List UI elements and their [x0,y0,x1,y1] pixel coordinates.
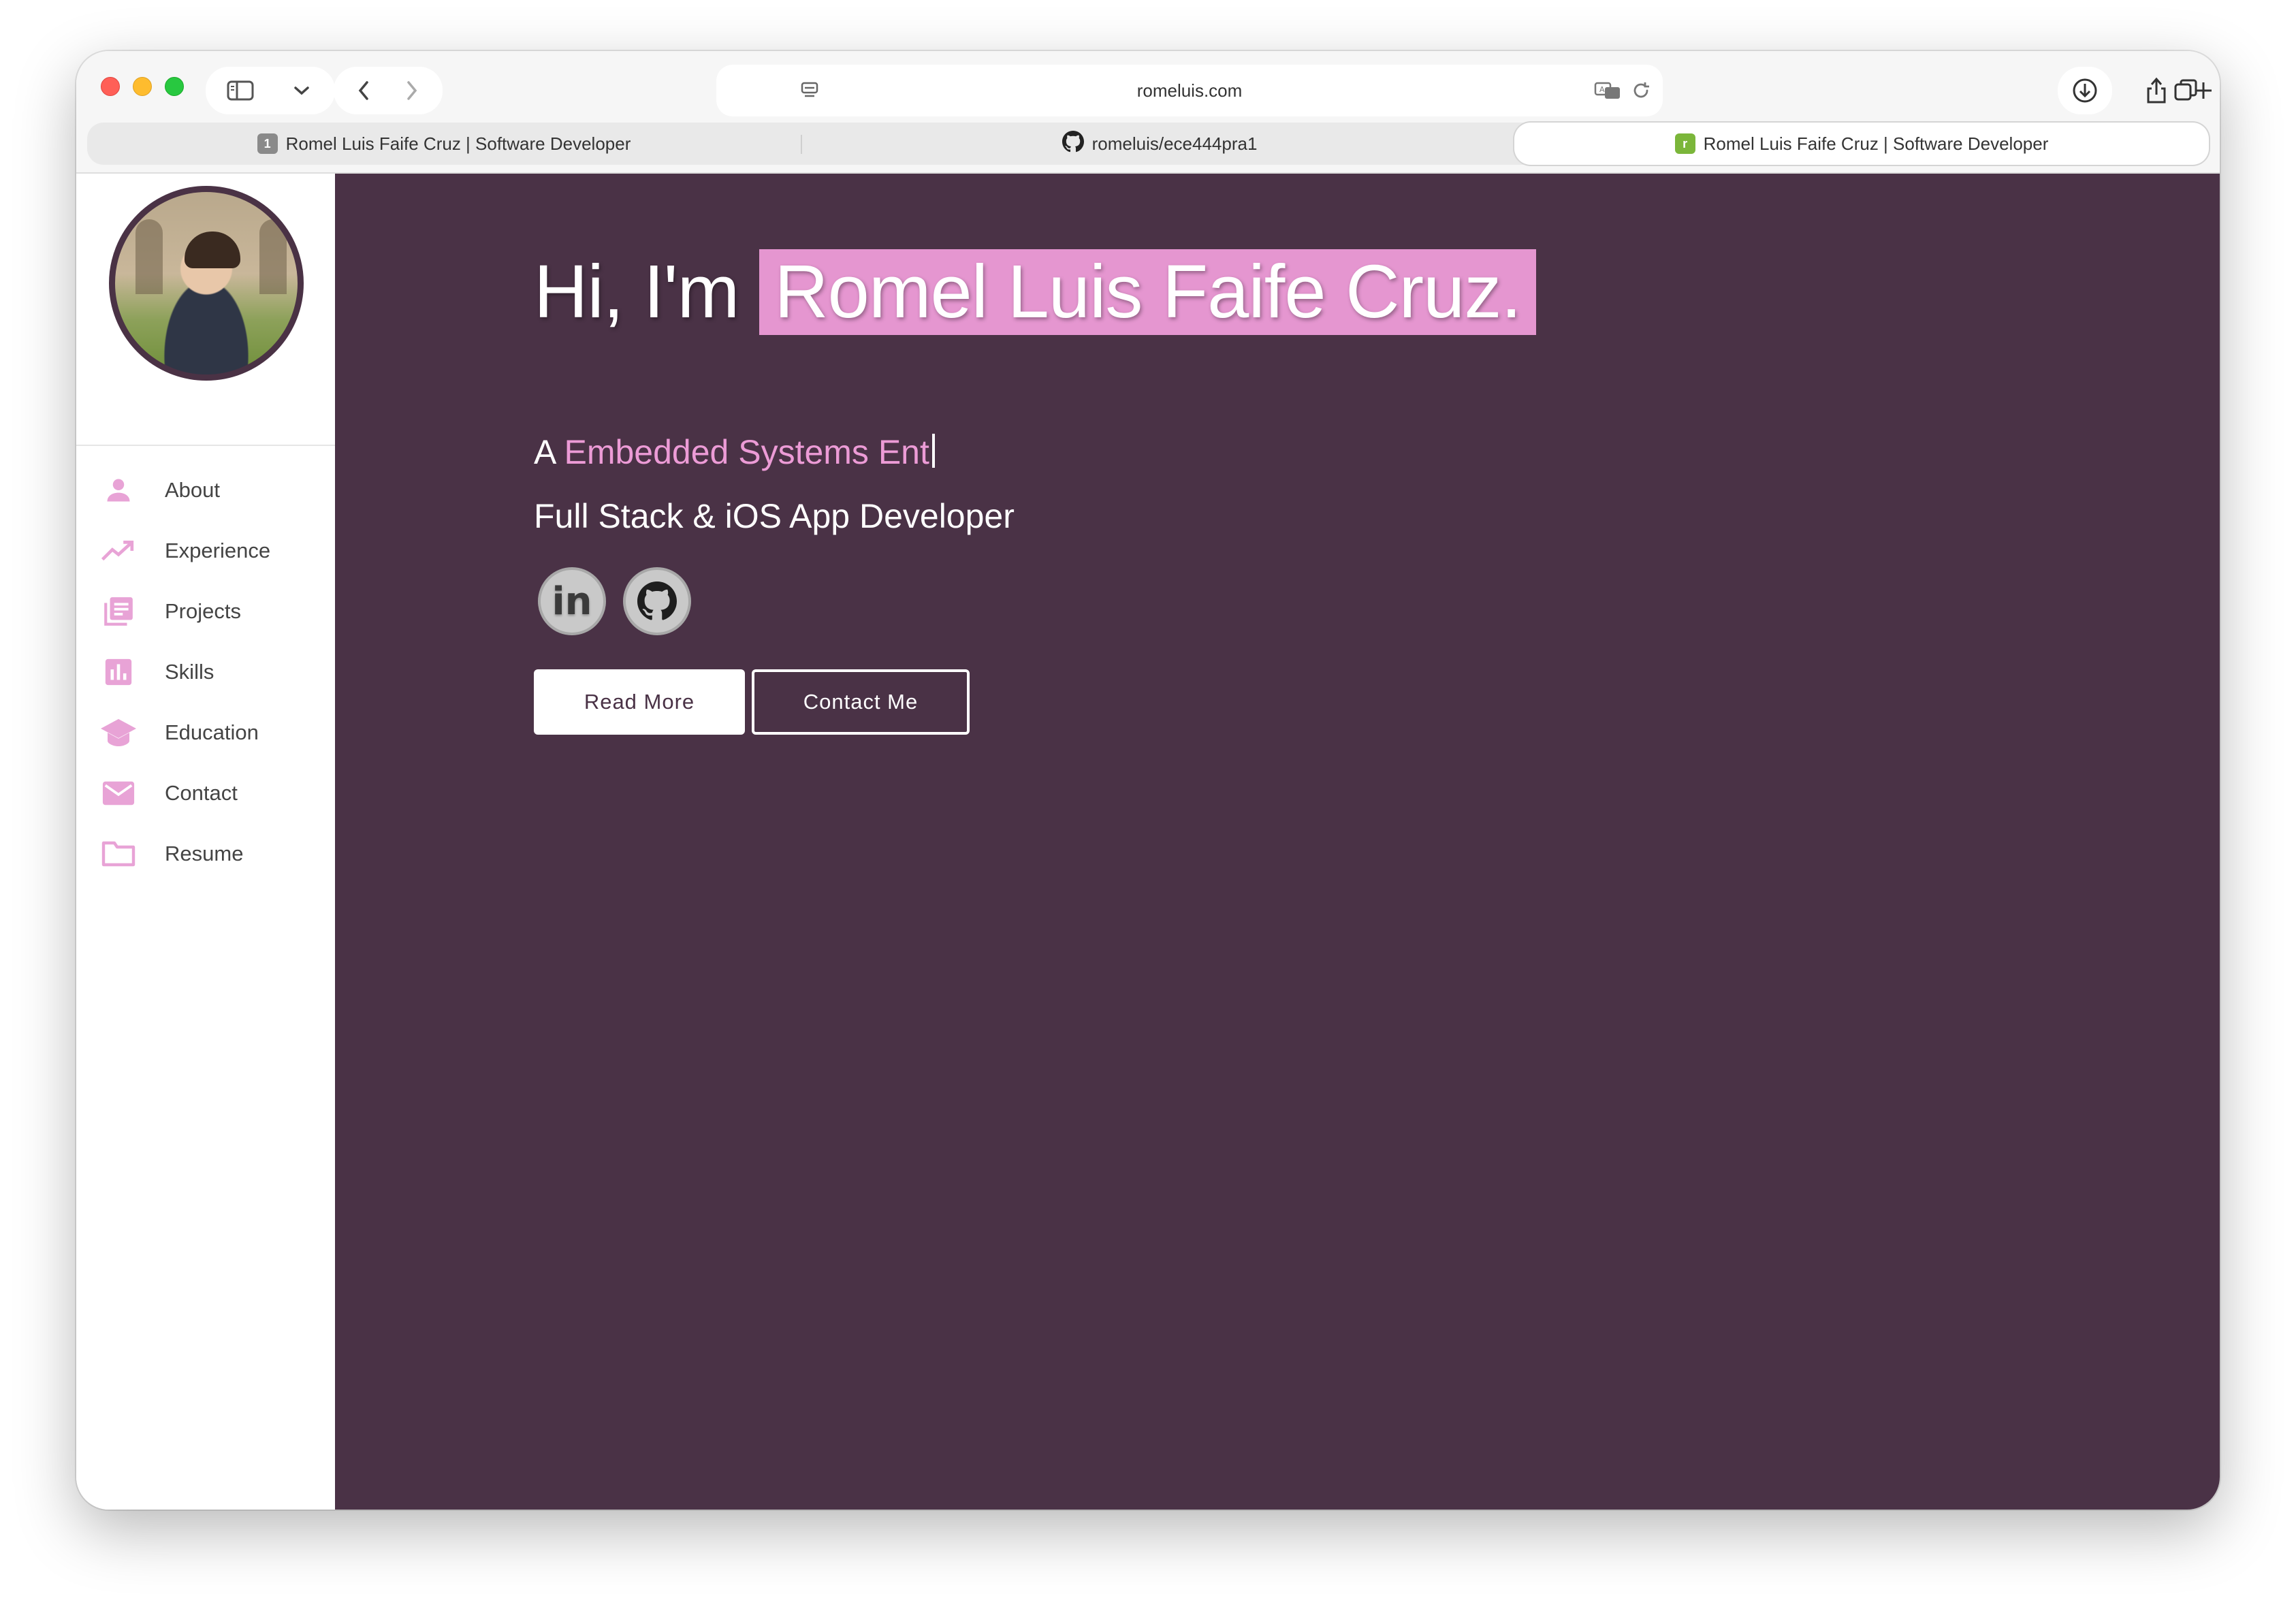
back-button[interactable] [343,70,384,111]
linkedin-label: in [552,579,592,624]
reload-icon[interactable] [1622,70,1660,111]
sidebar-divider [76,445,335,446]
github-icon [1062,130,1084,157]
profile-avatar [109,186,304,381]
trending-up-icon [99,534,138,568]
social-links: in [538,567,691,635]
sidebar-item-contact[interactable]: Contact [76,763,335,823]
sidebar-toggle-icon[interactable] [217,70,264,111]
contact-me-button[interactable]: Contact Me [752,669,970,735]
person-icon [99,473,138,507]
sidebar-item-experience[interactable]: Experience [76,520,335,581]
sidebar-item-projects[interactable]: Projects [76,581,335,641]
close-window-button[interactable] [101,77,120,96]
sidebar-item-label: Resume [165,841,244,865]
read-more-button[interactable]: Read More [534,669,745,735]
tab-3-favicon: r [1674,133,1695,154]
sidebar-item-label: Education [165,720,259,744]
svg-text:A: A [1599,85,1605,94]
sidebar-item-label: Experience [165,538,271,562]
folder-icon [99,837,138,871]
sidebar-item-label: Projects [165,599,241,623]
tab-1-favicon: 1 [257,133,278,154]
sidebar-item-label: About [165,477,221,502]
window-controls [101,77,184,96]
download-icon[interactable] [2063,70,2107,111]
typing-role-text: A Embedded Systems Ent [534,432,935,472]
sidebar: About Experience Projects Skills Educati… [76,174,335,1510]
sidebar-item-skills[interactable]: Skills [76,641,335,702]
browser-window: romeluis.com A 1 Romel Luis Faife Cruz |… [76,51,2220,1510]
typing-cursor [931,434,935,468]
tab-1[interactable]: 1 Romel Luis Faife Cruz | Software Devel… [87,123,801,165]
tab-3-active[interactable]: r Romel Luis Faife Cruz | Software Devel… [1514,123,2209,165]
tab-3-label: Romel Luis Faife Cruz | Software Develop… [1703,133,2049,154]
sidebar-item-education[interactable]: Education [76,702,335,763]
sidebar-item-about[interactable]: About [76,460,335,520]
hero-buttons: Read More Contact Me [534,669,970,735]
mail-icon [99,776,138,810]
bar-chart-icon [99,655,138,689]
show-all-tabs-icon[interactable] [2165,70,2206,111]
library-books-icon [99,594,138,628]
sidebar-nav: About Experience Projects Skills Educati… [76,460,335,884]
hero-heading: Hi, I'm Romel Luis Faife Cruz. [534,249,1536,335]
sidebar-item-resume[interactable]: Resume [76,823,335,884]
hero-subtitle: Full Stack & iOS App Developer [534,497,1015,535]
typing-prefix: A [534,433,555,471]
hero-section: Hi, I'm Romel Luis Faife Cruz. A Embedde… [335,174,2220,1510]
forward-button[interactable] [392,70,432,111]
typing-text: Embedded Systems Ent [564,433,929,471]
address-text: romeluis.com [1136,80,1243,101]
tab-2-label: romeluis/ece444pra1 [1091,133,1258,154]
tab-group-chevron-down-icon[interactable] [278,70,325,111]
sidebar-item-label: Contact [165,780,238,805]
linkedin-icon[interactable]: in [538,567,606,635]
sidebar-item-label: Skills [165,659,214,684]
tab-2[interactable]: romeluis/ece444pra1 [802,123,1517,165]
page-menu-icon[interactable] [786,70,833,111]
minimize-window-button[interactable] [133,77,152,96]
tab-1-label: Romel Luis Faife Cruz | Software Develop… [285,133,631,154]
github-icon[interactable] [623,567,691,635]
graduation-cap-icon [99,716,138,750]
zoom-window-button[interactable] [165,77,184,96]
hero-greeting: Hi, I'm [534,250,739,334]
address-bar[interactable]: romeluis.com [716,65,1663,116]
tab-bar: 1 Romel Luis Faife Cruz | Software Devel… [87,123,2209,165]
hero-name: Romel Luis Faife Cruz. [759,249,1536,335]
